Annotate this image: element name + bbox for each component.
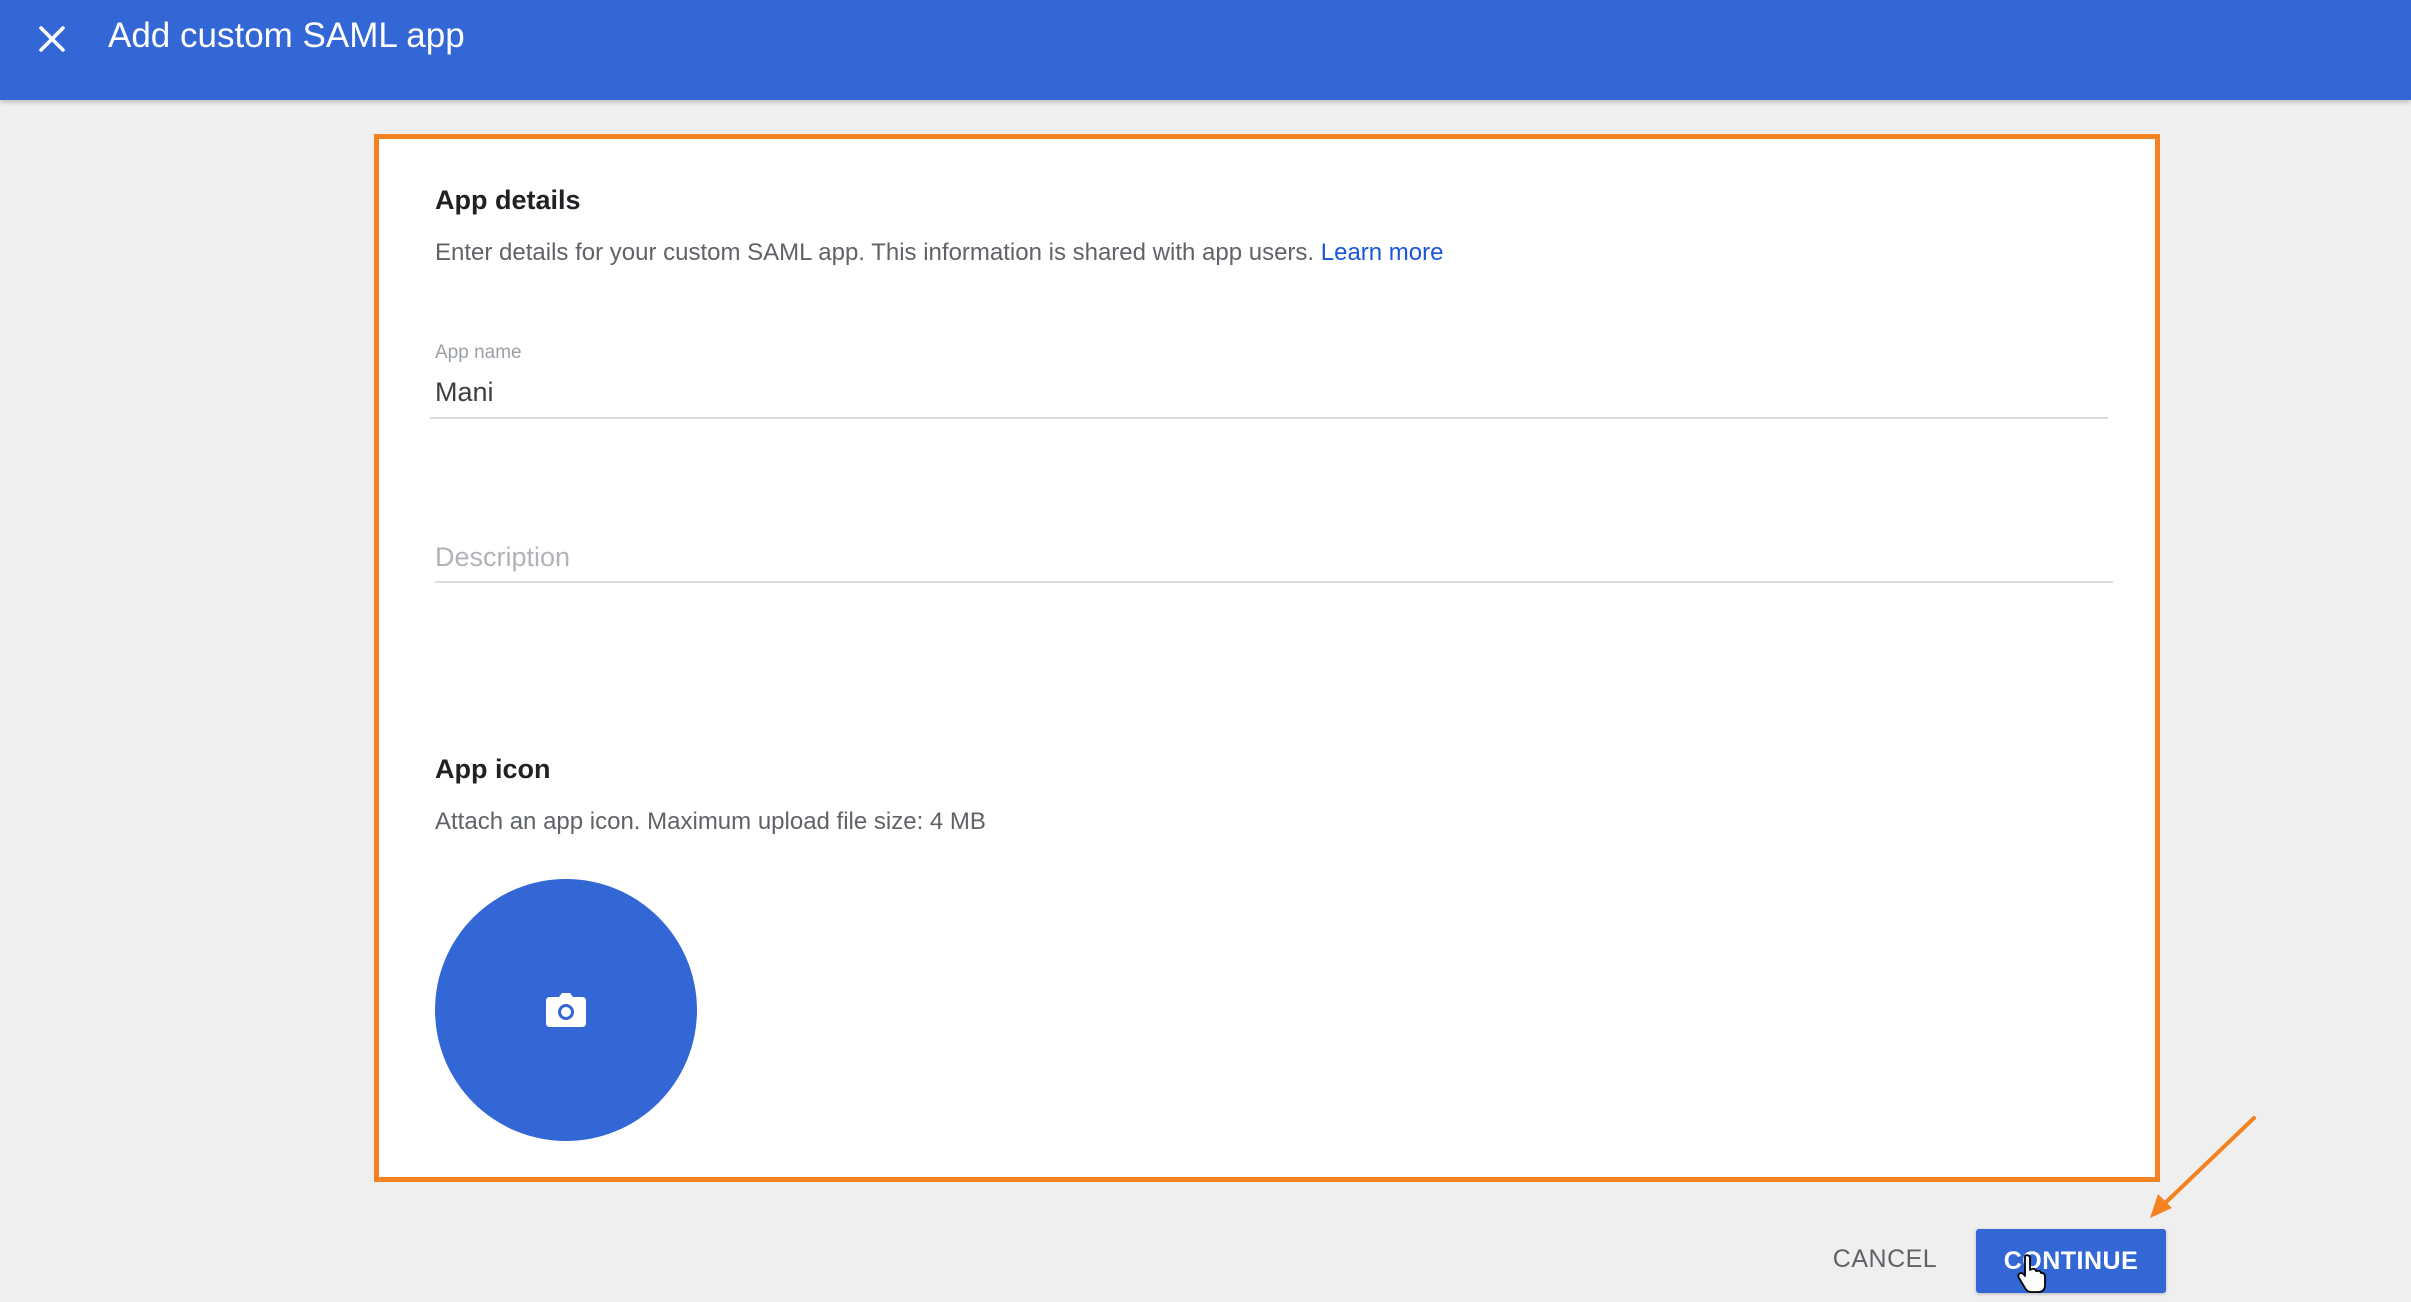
app-icon-title: App icon [435, 754, 551, 784]
app-details-description-text: Enter details for your custom SAML app. … [435, 239, 1315, 266]
app-details-title: App details [435, 185, 581, 215]
app-details-description: Enter details for your custom SAML app. … [435, 237, 1443, 269]
app-header: Add custom SAML app [0, 0, 2411, 100]
app-icon-upload-button[interactable] [435, 879, 697, 1141]
app-name-input[interactable] [435, 375, 2113, 409]
app-icon-description: Attach an app icon. Maximum upload file … [435, 808, 986, 835]
app-name-field: App name [430, 342, 2113, 419]
app-name-label: App name [435, 342, 522, 363]
description-field [435, 540, 2113, 620]
cancel-button[interactable]: CANCEL [1818, 1227, 1952, 1291]
camera-icon [546, 993, 586, 1027]
description-underline [435, 581, 2113, 583]
close-icon [39, 26, 65, 52]
app-details-card: App details Enter details for your custo… [374, 134, 2160, 1182]
description-input[interactable] [435, 540, 2113, 574]
learn-more-link[interactable]: Learn more [1321, 239, 1444, 266]
close-button[interactable] [30, 17, 74, 61]
app-name-underline [430, 417, 2108, 419]
page-title: Add custom SAML app [108, 16, 465, 55]
continue-button[interactable]: CONTINUE [1976, 1229, 2166, 1293]
